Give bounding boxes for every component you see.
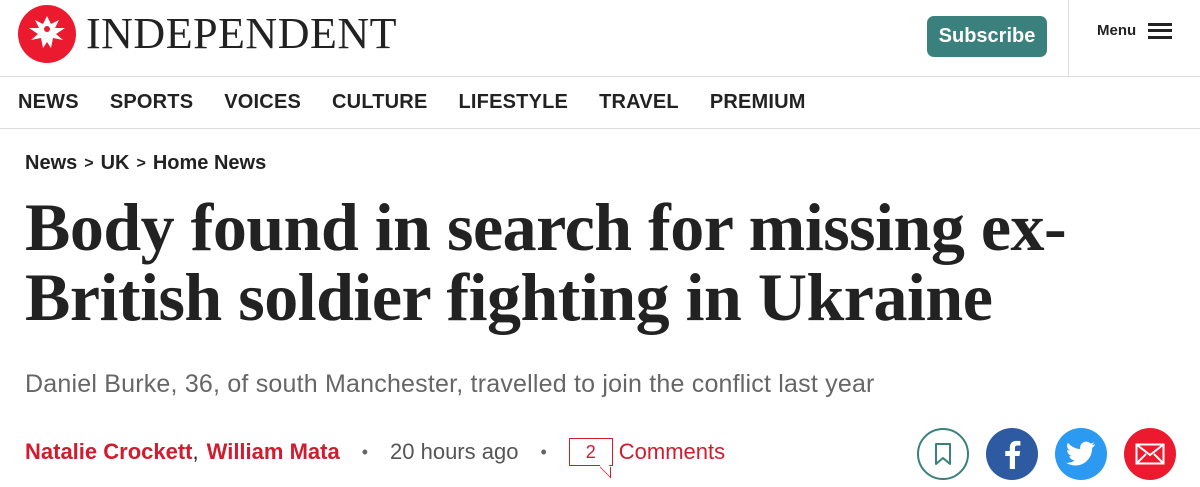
byline: Natalie Crockett , William Mata • 20 hou…: [25, 438, 725, 466]
menu-button[interactable]: Menu: [1097, 22, 1173, 39]
breadcrumb-home-news[interactable]: Home News: [153, 152, 266, 175]
bookmark-button[interactable]: [917, 428, 969, 480]
article-standfirst: Daniel Burke, 36, of south Manchester, t…: [25, 370, 875, 398]
comment-bubble-icon: 2: [568, 438, 613, 466]
site-header: INDEPENDENT Subscribe Menu: [0, 0, 1200, 77]
main-nav: NEWS SPORTS VOICES CULTURE LIFESTYLE TRA…: [0, 77, 1200, 129]
email-icon: [1135, 443, 1165, 465]
bookmark-icon: [935, 443, 951, 465]
facebook-icon: [1005, 440, 1021, 469]
site-logo[interactable]: INDEPENDENT: [18, 5, 397, 63]
nav-item-news[interactable]: NEWS: [18, 91, 79, 114]
author-link[interactable]: William Mata: [207, 439, 340, 465]
email-share-button[interactable]: [1124, 428, 1176, 480]
breadcrumb-news[interactable]: News: [25, 152, 77, 175]
hamburger-icon: [1148, 22, 1173, 39]
article-headline: Body found in search for missing ex- Bri…: [25, 192, 1175, 332]
author-separator: ,: [192, 439, 199, 464]
menu-label: Menu: [1097, 22, 1137, 39]
breadcrumb-uk[interactable]: UK: [101, 152, 130, 175]
breadcrumb: News > UK > Home News: [25, 152, 266, 175]
brand-name: INDEPENDENT: [86, 9, 398, 58]
nav-item-culture[interactable]: CULTURE: [332, 91, 427, 114]
author-link[interactable]: Natalie Crockett: [25, 439, 193, 465]
twitter-icon: [1066, 441, 1095, 466]
headline-line-1: Body found in search for missing ex-: [25, 189, 1067, 265]
headline-line-2: British soldier fighting in Ukraine: [25, 259, 993, 335]
twitter-share-button[interactable]: [1055, 428, 1107, 480]
eagle-icon: [18, 5, 76, 63]
bullet-separator: •: [540, 441, 547, 462]
bullet-separator: •: [361, 441, 369, 462]
comment-count: 2: [585, 441, 596, 462]
nav-item-voices[interactable]: VOICES: [224, 91, 301, 114]
nav-item-sports[interactable]: SPORTS: [110, 91, 193, 114]
nav-item-premium[interactable]: PREMIUM: [710, 91, 806, 114]
published-time: 20 hours ago: [390, 439, 519, 464]
breadcrumb-separator: >: [136, 154, 146, 172]
subscribe-button[interactable]: Subscribe: [927, 16, 1047, 57]
breadcrumb-separator: >: [84, 154, 94, 172]
nav-item-lifestyle[interactable]: LIFESTYLE: [459, 91, 569, 114]
facebook-share-button[interactable]: [986, 428, 1038, 480]
header-divider: [1068, 0, 1069, 77]
nav-item-travel[interactable]: TRAVEL: [599, 91, 679, 114]
comments-link[interactable]: 2 Comments: [568, 438, 726, 466]
comments-label: Comments: [618, 439, 726, 464]
